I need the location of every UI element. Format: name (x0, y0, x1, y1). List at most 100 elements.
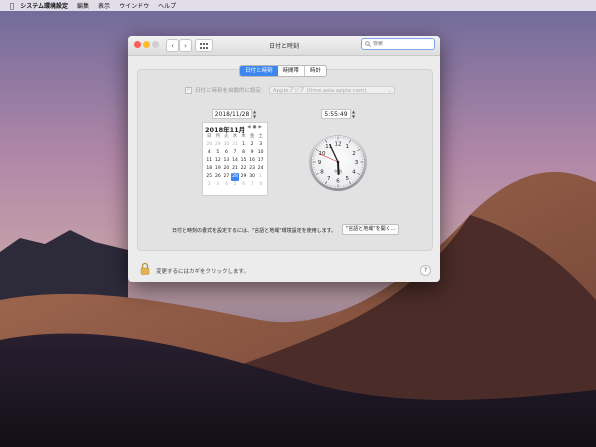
tab-clock[interactable]: 時計 (304, 66, 326, 76)
menu-window[interactable]: ウインドウ (119, 1, 149, 10)
help-button[interactable]: ? (420, 265, 431, 276)
title-bar: ‹ › 日付と時刻 (128, 36, 440, 56)
search-field[interactable] (361, 38, 435, 50)
calendar-weekday-row: 日 月 火 水 木 金 土 (205, 133, 265, 141)
tab-time-zone[interactable]: 時間帯 (278, 66, 305, 76)
calendar-day[interactable]: 7 (248, 181, 257, 189)
clock-number: 7 (327, 176, 331, 182)
calendar-day[interactable]: 30 (248, 173, 257, 181)
calendar-day[interactable]: 2 (205, 181, 214, 189)
search-input[interactable] (371, 41, 433, 47)
weekday-label: 月 (215, 134, 221, 139)
lock-text: 変更するにはカギをクリックします。 (156, 269, 249, 275)
clock-number: 9 (318, 160, 322, 166)
calendar-day[interactable]: 7 (231, 149, 240, 157)
weekday-label: 日 (207, 134, 212, 139)
date-stepper[interactable]: ▲ ▼ (252, 109, 257, 119)
time-server-value: Appleアジア (time.asia.apple.com) (272, 88, 367, 94)
calendar-day[interactable]: 29 (239, 173, 248, 181)
clock-number: 5 (346, 176, 350, 182)
calendar-day[interactable]: 13 (222, 157, 231, 165)
auto-set-label: 日付と時刻を自動的に設定: (195, 88, 263, 94)
calendar-day[interactable]: 30 (222, 141, 231, 149)
calendar-day[interactable]: 1 (239, 141, 248, 149)
calendar-day[interactable]: 4 (222, 181, 231, 189)
clock-number: 2 (352, 151, 356, 157)
calendar-week: 18 19 20 21 22 23 24 (205, 165, 265, 173)
time-stepper[interactable]: ▲ ▼ (351, 109, 356, 119)
calendar-day[interactable]: 28 (205, 141, 214, 149)
calendar-day[interactable]: 12 (214, 157, 223, 165)
calendar-day[interactable]: 18 (205, 165, 214, 173)
calendar-day[interactable]: 5 (231, 181, 240, 189)
calendar-day[interactable]: 10 (256, 149, 265, 157)
calendar-day[interactable]: 20 (222, 165, 231, 173)
calendar-week: 25 26 27 28 29 30 1 (205, 173, 265, 181)
clock-number: 4 (352, 169, 356, 175)
calendar-day[interactable]: 25 (205, 173, 214, 181)
clock-number: 12 (335, 142, 342, 148)
date-field[interactable]: 2018/11/28 (212, 109, 252, 119)
tab-date-time[interactable]: 日付と時刻 (240, 66, 278, 76)
clock-number: 3 (355, 160, 359, 166)
weekday-label: 火 (224, 134, 229, 139)
calendar[interactable]: 2018年11月 ◀●▶ 日 月 火 水 木 金 土 28 29 30 31 1… (202, 122, 268, 196)
calendar-day[interactable]: 2 (248, 141, 257, 149)
calendar-day[interactable]: 11 (205, 157, 214, 165)
calendar-day[interactable]: 23 (248, 165, 257, 173)
calendar-day[interactable]: 21 (231, 165, 240, 173)
calendar-day[interactable]: 4 (205, 149, 214, 157)
calendar-week: 4 5 6 7 8 9 10 (205, 149, 265, 157)
calendar-day[interactable]: 6 (239, 181, 248, 189)
calendar-day[interactable]: 8 (256, 181, 265, 189)
calendar-day[interactable]: 24 (256, 165, 265, 173)
calendar-day[interactable]: 16 (248, 157, 257, 165)
calendar-week: 28 29 30 31 1 2 3 (205, 141, 265, 149)
calendar-day[interactable]: 3 (256, 141, 265, 149)
calendar-week: 2 3 4 5 6 7 8 (205, 181, 265, 189)
calendar-day[interactable]: 1 (256, 173, 265, 181)
menu-view[interactable]: 表示 (98, 1, 110, 10)
weekday-label: 土 (258, 134, 263, 139)
clock-number: 8 (320, 169, 324, 175)
calendar-nav: ◀●▶ (247, 125, 264, 130)
auto-set-row: ✓ 日付と時刻を自動的に設定: Appleアジア (time.asia.appl… (185, 86, 395, 94)
hour-hand (337, 161, 340, 175)
calendar-day[interactable]: 3 (214, 181, 223, 189)
calendar-day[interactable]: 19 (214, 165, 223, 173)
lock-icon[interactable] (140, 262, 150, 275)
calendar-day[interactable]: 27 (222, 173, 231, 181)
calendar-day-selected[interactable]: 28 (230, 173, 240, 181)
menu-app-name[interactable]: システム環境設定 (20, 1, 68, 10)
menu-help[interactable]: ヘルプ (158, 1, 176, 10)
menu-edit[interactable]: 編集 (77, 1, 89, 10)
calendar-day[interactable]: 17 (256, 157, 265, 165)
calendar-day[interactable]: 26 (214, 173, 223, 181)
calendar-day[interactable]: 14 (231, 157, 240, 165)
date-time-preferences-window: ‹ › 日付と時刻 日付と時刻 時間帯 時計 ✓ 日付と時刻を自動的に設定: (128, 36, 440, 282)
calendar-day[interactable]: 31 (231, 141, 240, 149)
calendar-day[interactable]: 5 (214, 149, 223, 157)
format-note: 日付と時刻の書式を設定するには、"言語と地域"環境設定を使用します。 (172, 228, 337, 234)
next-month-icon[interactable]: ▶ (259, 125, 264, 130)
calendar-day[interactable]: 22 (239, 165, 248, 173)
apple-menu-icon[interactable]:  (10, 2, 14, 10)
weekday-label: 金 (249, 134, 255, 139)
chevron-down-icon: ⌄ (387, 88, 392, 94)
weekday-label: 木 (241, 134, 246, 139)
calendar-day[interactable]: 6 (222, 149, 231, 157)
clock-center (336, 160, 340, 164)
clock-number: 6 (336, 179, 340, 185)
calendar-day[interactable]: 9 (248, 149, 257, 157)
auto-set-checkbox[interactable]: ✓ (185, 86, 192, 94)
calendar-day[interactable]: 8 (239, 149, 248, 157)
analog-clock[interactable]: 121234567891011 午前 (308, 132, 368, 192)
time-field[interactable]: 5:55:49 (321, 109, 351, 119)
time-server-select[interactable]: Appleアジア (time.asia.apple.com) ⌄ (268, 86, 395, 94)
calendar-day[interactable]: 29 (214, 141, 223, 149)
calendar-day[interactable]: 15 (239, 157, 248, 165)
clock-number: 1 (346, 144, 350, 150)
weekday-label: 水 (232, 134, 238, 139)
calendar-week: 11 12 13 14 15 16 17 (205, 157, 265, 165)
open-language-region-button[interactable]: "言語と地域"を開く... (342, 224, 400, 235)
